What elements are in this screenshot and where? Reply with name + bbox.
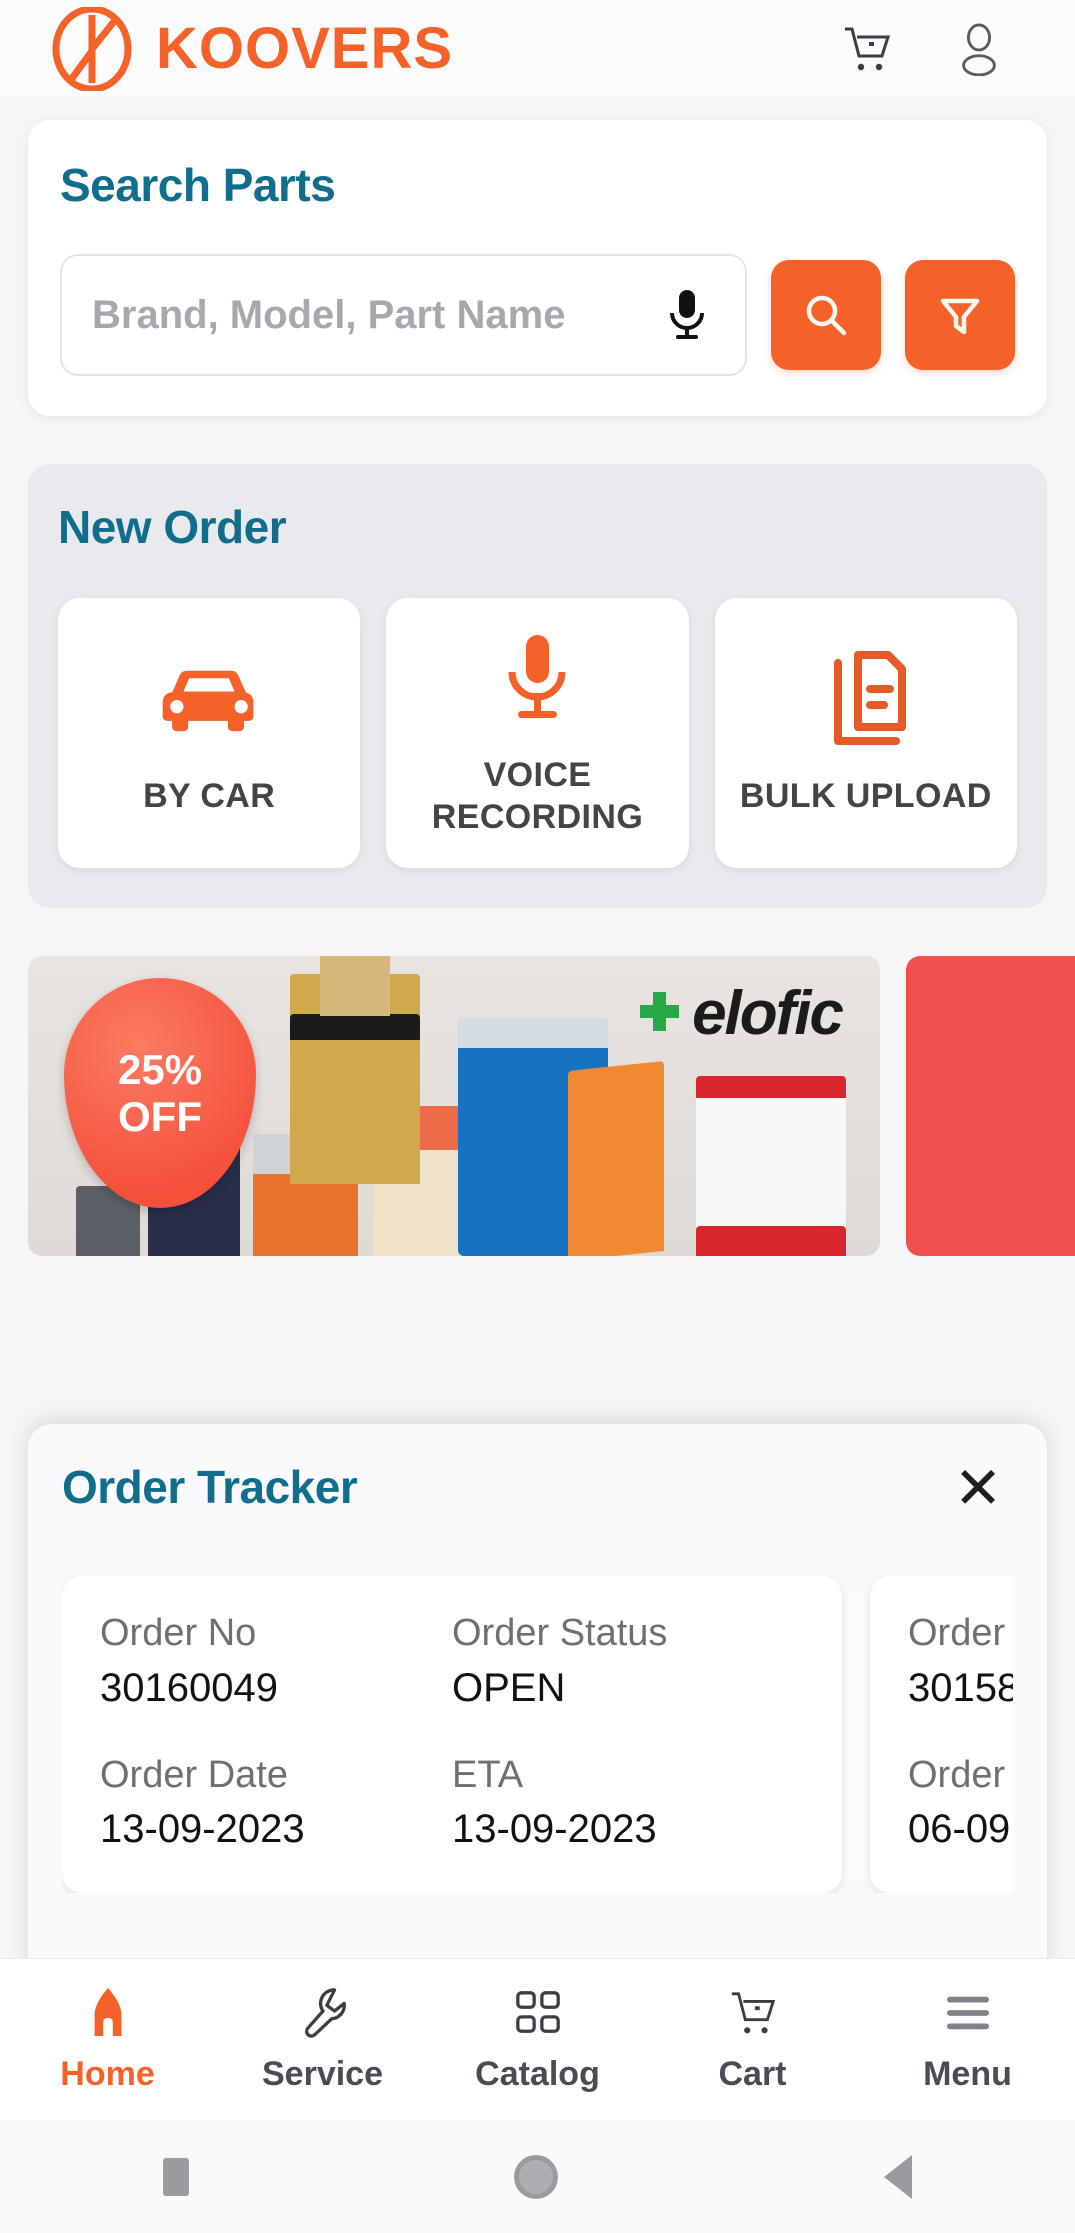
order-card[interactable]: Order No 30160049 Order Status OPEN Orde… [62, 1576, 842, 1893]
nav-label: Service [262, 2055, 383, 2093]
tile-label: VOICE RECORDING [431, 755, 644, 837]
promo-banner-next[interactable] [906, 956, 1075, 1256]
brand-logo[interactable]: KOOVERS [50, 5, 454, 92]
order-no-field: Order No 30160049 [100, 1610, 452, 1714]
discount-percent: 25% [117, 1045, 203, 1093]
field-label: Order [908, 1753, 1006, 1796]
new-order-tiles: BY CAR VOICE RECORDING BULK UPLOAD [58, 598, 1017, 868]
nav-item-service[interactable]: Service [215, 1985, 430, 2094]
tile-by-car[interactable]: BY CAR [58, 598, 361, 868]
elofic-mark-icon [638, 991, 682, 1036]
home-icon [84, 1985, 132, 2041]
field-label: Order Status [452, 1612, 668, 1654]
cart-icon[interactable] [841, 21, 893, 77]
grid-icon [513, 1985, 563, 2041]
order-date-field: Order 06-09 [908, 1752, 1013, 1856]
hamburger-icon [943, 1985, 993, 2041]
new-order-title: New Order [58, 501, 287, 553]
order-date-field: Order Date 13-09-2023 [100, 1752, 452, 1856]
cart-icon [728, 1985, 778, 2041]
brand-name: KOOVERS [156, 15, 454, 81]
nav-label: Menu [923, 2055, 1012, 2093]
field-value: 30158 [908, 1665, 1013, 1710]
microphone-icon [501, 628, 573, 732]
status-badge: OPEN [452, 1665, 566, 1710]
search-button[interactable] [771, 260, 881, 370]
profile-icon[interactable] [953, 21, 1005, 77]
nav-label: Catalog [475, 2055, 600, 2093]
order-cards-strip[interactable]: Order No 30160049 Order Status OPEN Orde… [62, 1576, 1013, 1893]
square-recents-icon[interactable] [162, 2157, 189, 2196]
wrench-icon [298, 1985, 348, 2041]
app-header: KOOVERS [0, 0, 1075, 98]
order-status-field: Order Status OPEN [452, 1610, 804, 1714]
order-tracker-header: Order Tracker ✕ [62, 1460, 1013, 1524]
microphone-icon[interactable] [659, 279, 715, 351]
koovers-logo-icon [50, 5, 134, 92]
close-icon[interactable]: ✕ [943, 1454, 1013, 1524]
nav-label: Home [60, 2055, 155, 2093]
header-actions [841, 21, 1035, 77]
android-system-nav [0, 2120, 1075, 2233]
elofic-brand-logo: elofic [638, 978, 844, 1049]
elofic-wordmark: elofic [692, 979, 844, 1048]
field-value: 13-09-2023 [100, 1807, 305, 1851]
field-label: Order No [100, 1612, 257, 1654]
field-value: 13-09-2023 [452, 1807, 657, 1851]
tile-voice-recording[interactable]: VOICE RECORDING [386, 598, 689, 868]
order-tracker-panel: Order Tracker ✕ Order No 30160049 Order … [28, 1424, 1047, 1978]
search-input-wrapper[interactable] [60, 254, 747, 376]
promo-banner-strip: 25% OFF elofic [28, 956, 1075, 1256]
search-parts-title: Search Parts [60, 159, 336, 211]
field-value: 06-09 [908, 1807, 1011, 1851]
search-input[interactable] [92, 292, 645, 338]
nav-item-home[interactable]: Home [0, 1985, 215, 2094]
field-label: Order [908, 1612, 1006, 1654]
tile-bulk-upload[interactable]: BULK UPLOAD [714, 598, 1017, 868]
triangle-back-icon[interactable] [884, 2154, 913, 2199]
order-eta-field: ETA 13-09-2023 [452, 1752, 804, 1856]
nav-item-cart[interactable]: Cart [645, 1985, 860, 2094]
tile-label: BULK UPLOAD [739, 776, 992, 815]
app-screen: KOOVERS Search Parts Brand, Model, Part … [0, 0, 1075, 2233]
nav-label: Cart [718, 2055, 787, 2093]
field-label: ETA [452, 1753, 524, 1796]
discount-off: OFF [118, 1093, 202, 1140]
field-value: 30160049 [100, 1665, 278, 1710]
tile-label: BY CAR [143, 776, 276, 815]
order-no-field: Order 30158 [908, 1610, 1013, 1714]
car-icon [157, 649, 261, 753]
order-tracker-title: Order Tracker [62, 1461, 358, 1513]
promo-banner-elofic[interactable]: 25% OFF elofic [28, 956, 880, 1256]
circle-home-icon[interactable] [514, 2154, 559, 2199]
field-label: Order Date [100, 1753, 288, 1796]
order-card[interactable]: Order 30158 Order 06-09 [870, 1576, 1013, 1893]
search-parts-card: Search Parts [28, 120, 1047, 416]
filter-button[interactable] [905, 260, 1015, 370]
new-order-section: New Order BY CAR VOICE RECORDING BULK UP… [28, 464, 1047, 908]
nav-item-catalog[interactable]: Catalog [430, 1985, 645, 2094]
nav-item-menu[interactable]: Menu [860, 1985, 1075, 2094]
search-row [60, 254, 1015, 376]
document-upload-icon [818, 649, 914, 753]
bottom-navigation: Home Service Catalog Cart Menu [0, 1958, 1075, 2120]
